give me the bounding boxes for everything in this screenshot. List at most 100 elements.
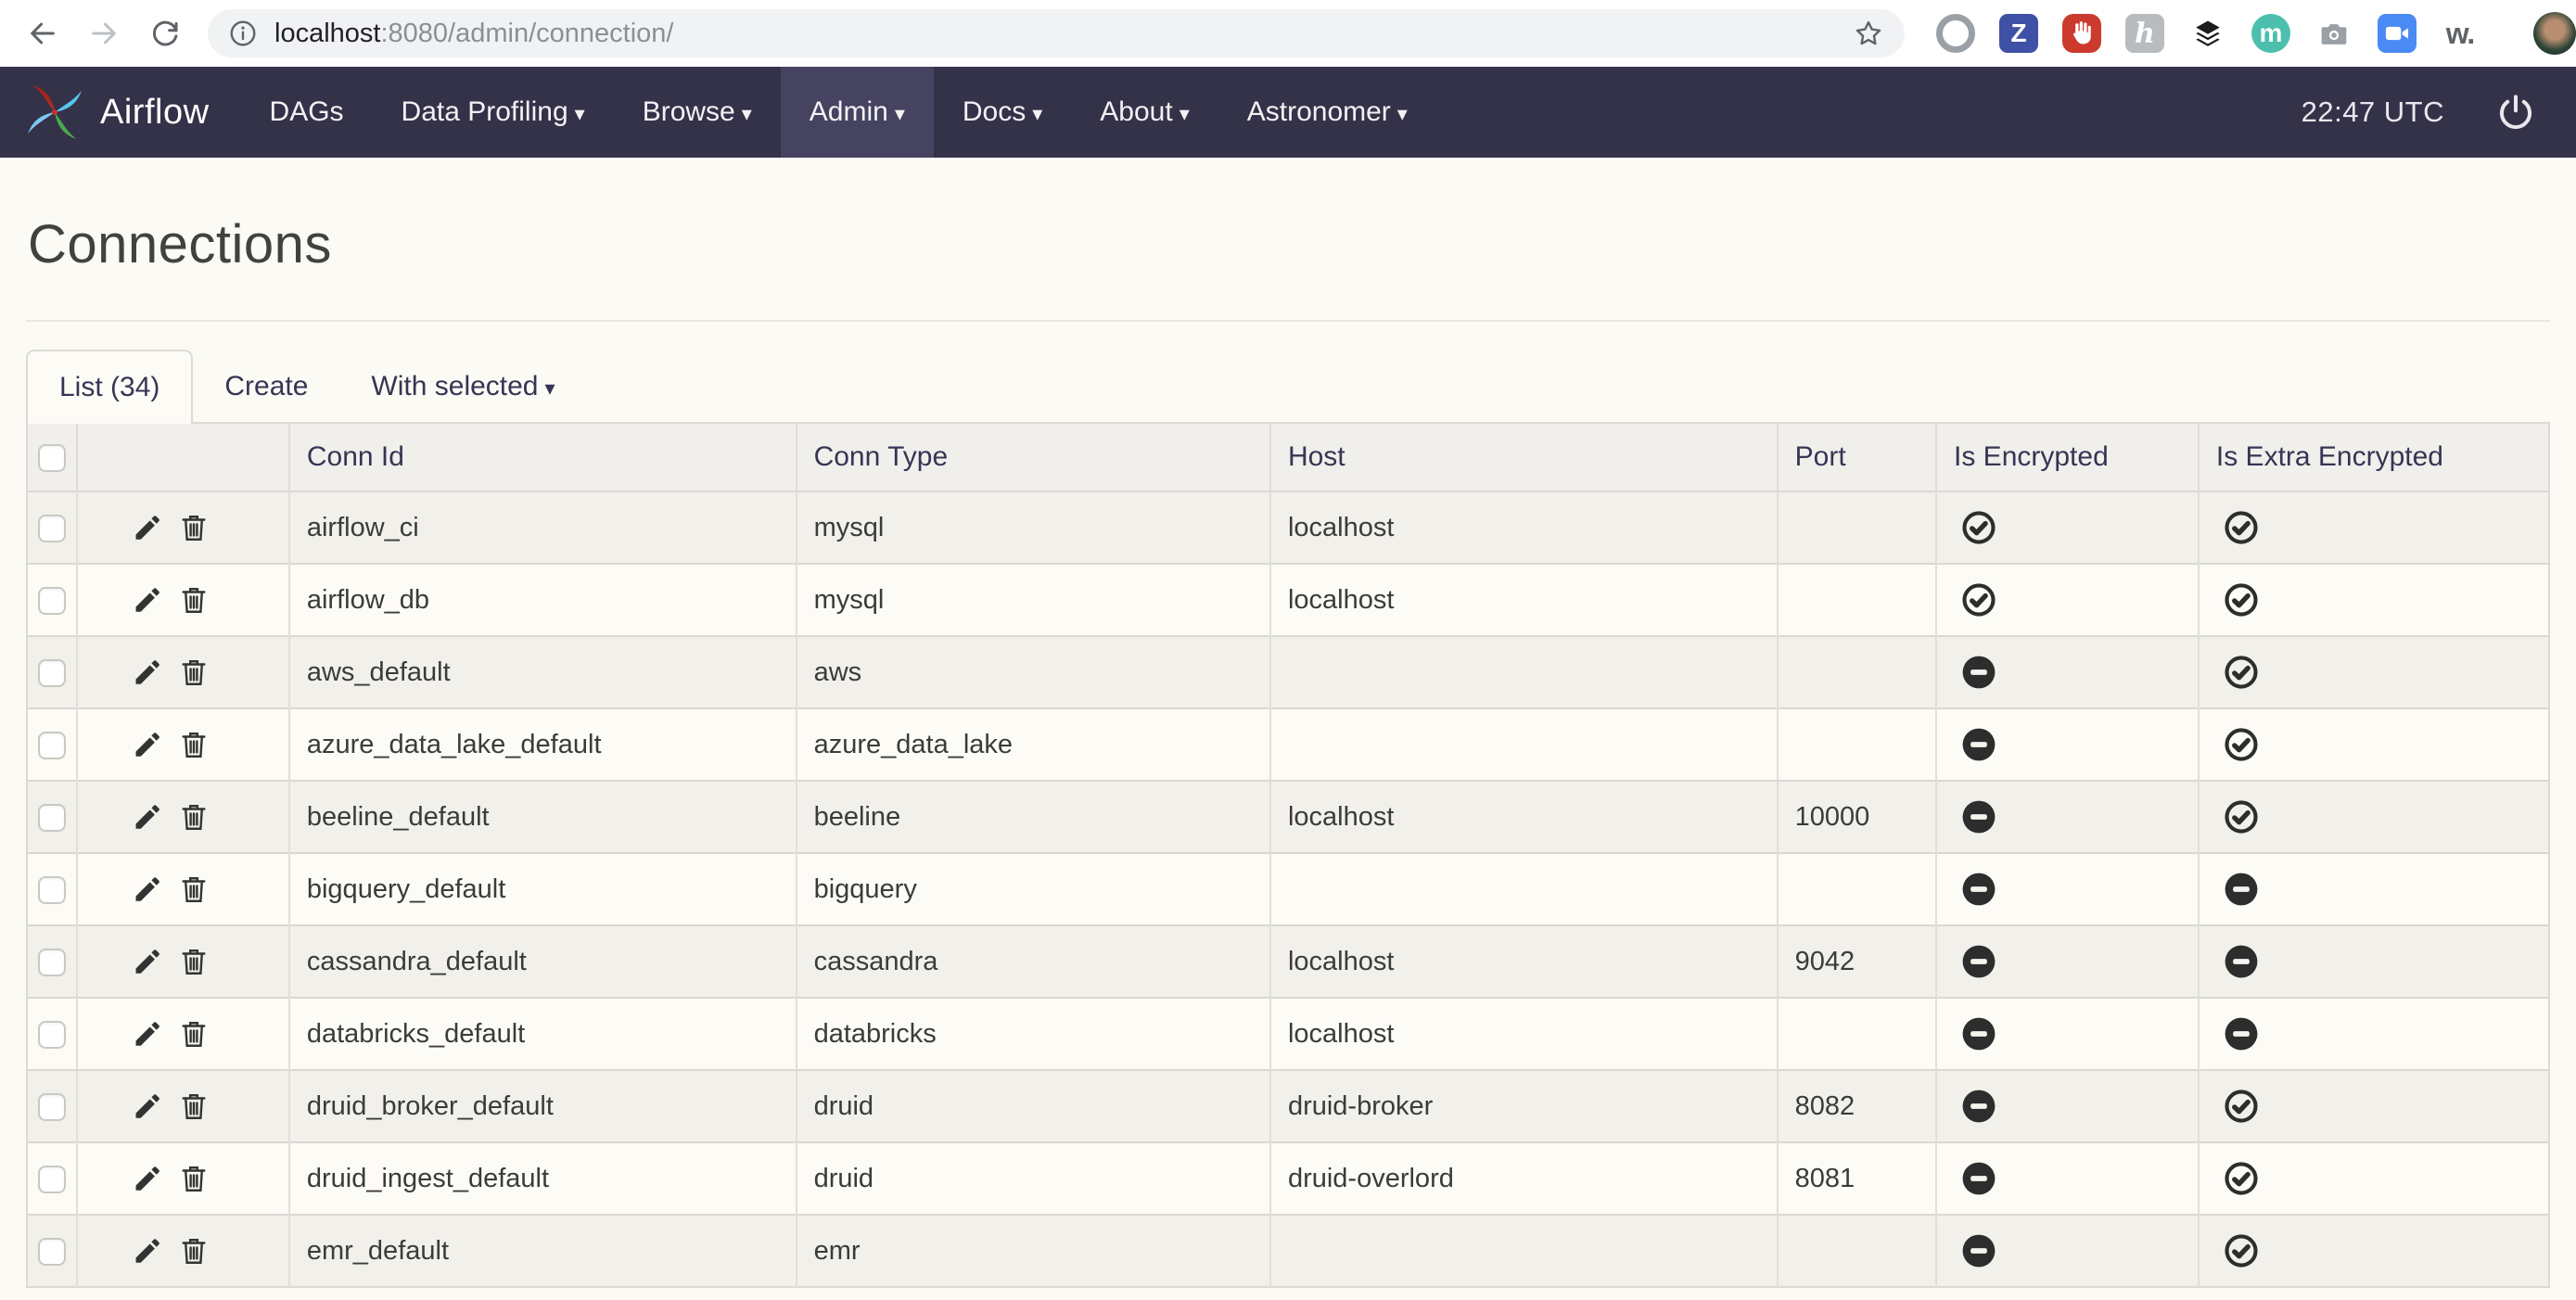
delete-trash-icon[interactable]: [178, 1090, 210, 1122]
check-circle-icon: [2224, 1089, 2259, 1124]
row-checkbox[interactable]: [38, 659, 66, 687]
row-checkbox[interactable]: [38, 876, 66, 904]
table-row: airflow_cimysqllocalhost: [27, 491, 2549, 564]
layers-extension-icon[interactable]: [2188, 14, 2227, 53]
ring-extension-icon[interactable]: [1936, 14, 1975, 53]
tab-create[interactable]: Create: [193, 350, 339, 424]
delete-trash-icon[interactable]: [178, 1235, 210, 1267]
row-checkbox[interactable]: [38, 1093, 66, 1121]
edit-pencil-icon[interactable]: [132, 729, 163, 760]
edit-pencil-icon[interactable]: [132, 1163, 163, 1194]
connections-page: Connections List (34)CreateWith selected…: [0, 213, 2576, 1288]
browser-toolbar: localhost:8080/admin/connection/ Zh m w.: [0, 0, 2576, 67]
row-checkbox[interactable]: [38, 804, 66, 832]
reload-icon[interactable]: [147, 15, 184, 52]
extension-icons: Zh m w.: [1936, 14, 2480, 53]
conn-type-cell: azure_data_lake: [797, 708, 1270, 781]
airflow-brand[interactable]: Airflow: [24, 82, 210, 143]
delete-trash-icon[interactable]: [178, 512, 210, 543]
delete-trash-icon[interactable]: [178, 656, 210, 688]
conn-type-cell: mysql: [797, 491, 1270, 564]
delete-trash-icon[interactable]: [178, 729, 210, 760]
navbar-item-about[interactable]: About▾: [1071, 67, 1218, 158]
conn-id-cell: cassandra_default: [289, 925, 797, 998]
delete-trash-icon[interactable]: [178, 584, 210, 616]
address-bar[interactable]: localhost:8080/admin/connection/: [208, 9, 1905, 57]
host-cell: [1270, 1215, 1778, 1287]
minus-circle-icon: [2224, 1016, 2259, 1051]
back-icon[interactable]: [24, 15, 61, 52]
profile-avatar[interactable]: [2533, 12, 2576, 55]
row-checkbox[interactable]: [38, 732, 66, 759]
edit-pencil-icon[interactable]: [132, 1018, 163, 1050]
navbar-item-label: Browse: [643, 96, 735, 128]
navbar-item-browse[interactable]: Browse▾: [614, 67, 781, 158]
conn-type-cell: aws: [797, 636, 1270, 708]
is-encrypted-cell: [1936, 491, 2199, 564]
tab-list-34[interactable]: List (34): [26, 350, 193, 424]
video-call-extension-icon[interactable]: [2378, 14, 2417, 53]
table-body: airflow_cimysqllocalhostairflow_dbmysqll…: [27, 491, 2549, 1287]
bookmark-star-icon[interactable]: [1853, 18, 1884, 49]
delete-trash-icon[interactable]: [178, 1018, 210, 1050]
header-checkbox-cell: [27, 423, 77, 491]
host-cell: [1270, 708, 1778, 781]
conn-type-cell: mysql: [797, 564, 1270, 636]
delete-trash-icon[interactable]: [178, 1163, 210, 1194]
host-cell: [1270, 853, 1778, 925]
host-cell-text: localhost: [1288, 585, 1394, 615]
conn-id-cell: druid_broker_default: [289, 1070, 797, 1142]
navbar-item-admin[interactable]: Admin▾: [781, 67, 934, 158]
site-info-icon[interactable]: [228, 19, 258, 48]
edit-pencil-icon[interactable]: [132, 946, 163, 977]
chevron-down-icon: ▾: [545, 376, 555, 401]
edit-pencil-icon[interactable]: [132, 801, 163, 833]
host-cell: localhost: [1270, 925, 1778, 998]
workona-extension-icon[interactable]: w.: [2441, 14, 2480, 53]
camera-extension-icon[interactable]: [2315, 14, 2353, 53]
edit-pencil-icon[interactable]: [132, 1090, 163, 1122]
row-checkbox[interactable]: [38, 1238, 66, 1266]
forward-icon[interactable]: [85, 15, 122, 52]
table-row: druid_broker_defaultdruiddruid-broker808…: [27, 1070, 2549, 1142]
port-cell: [1778, 1215, 1936, 1287]
delete-trash-icon[interactable]: [178, 946, 210, 977]
conn-type-cell-text: emr: [814, 1236, 861, 1266]
zotero-z-extension-icon[interactable]: Z: [1999, 14, 2038, 53]
column-header: Host: [1270, 423, 1778, 491]
navbar-item-docs[interactable]: Docs▾: [934, 67, 1071, 158]
navbar-item-astronomer[interactable]: Astronomer▾: [1218, 67, 1436, 158]
edit-pencil-icon[interactable]: [132, 584, 163, 616]
edit-pencil-icon[interactable]: [132, 873, 163, 905]
delete-trash-icon[interactable]: [178, 873, 210, 905]
table-row: bigquery_defaultbigquery: [27, 853, 2549, 925]
row-checkbox[interactable]: [38, 587, 66, 615]
is-encrypted-cell: [1936, 1215, 2199, 1287]
row-checkbox[interactable]: [38, 1021, 66, 1049]
conn-id-cell-text: airflow_db: [307, 585, 429, 615]
navbar-item-dags[interactable]: DAGs: [241, 67, 373, 158]
honey-h-extension-icon[interactable]: h: [2125, 14, 2164, 53]
delete-trash-icon[interactable]: [178, 801, 210, 833]
edit-pencil-icon[interactable]: [132, 1235, 163, 1267]
edit-pencil-icon[interactable]: [132, 656, 163, 688]
stop-hand-extension-icon[interactable]: [2062, 14, 2101, 53]
row-checkbox[interactable]: [38, 949, 66, 976]
m-circle-extension-icon[interactable]: m: [2251, 14, 2290, 53]
table-row: aws_defaultaws: [27, 636, 2549, 708]
row-checkbox[interactable]: [38, 515, 66, 542]
power-icon[interactable]: [2496, 93, 2535, 132]
navbar-item-data-profiling[interactable]: Data Profiling▾: [373, 67, 614, 158]
tab-with-selected[interactable]: With selected▾: [339, 350, 586, 424]
edit-pencil-icon[interactable]: [132, 512, 163, 543]
row-checkbox-cell: [27, 925, 77, 998]
host-cell: localhost: [1270, 564, 1778, 636]
navbar-item-label: Admin: [810, 96, 888, 128]
row-checkbox[interactable]: [38, 1166, 66, 1193]
column-header-label: Port: [1795, 441, 1846, 472]
host-cell-text: localhost: [1288, 802, 1394, 832]
check-circle-icon: [2224, 582, 2259, 618]
select-all-checkbox[interactable]: [38, 444, 66, 472]
minus-circle-icon: [1961, 655, 1996, 690]
airflow-navbar: Airflow DAGsData Profiling▾Browse▾Admin▾…: [0, 67, 2576, 158]
